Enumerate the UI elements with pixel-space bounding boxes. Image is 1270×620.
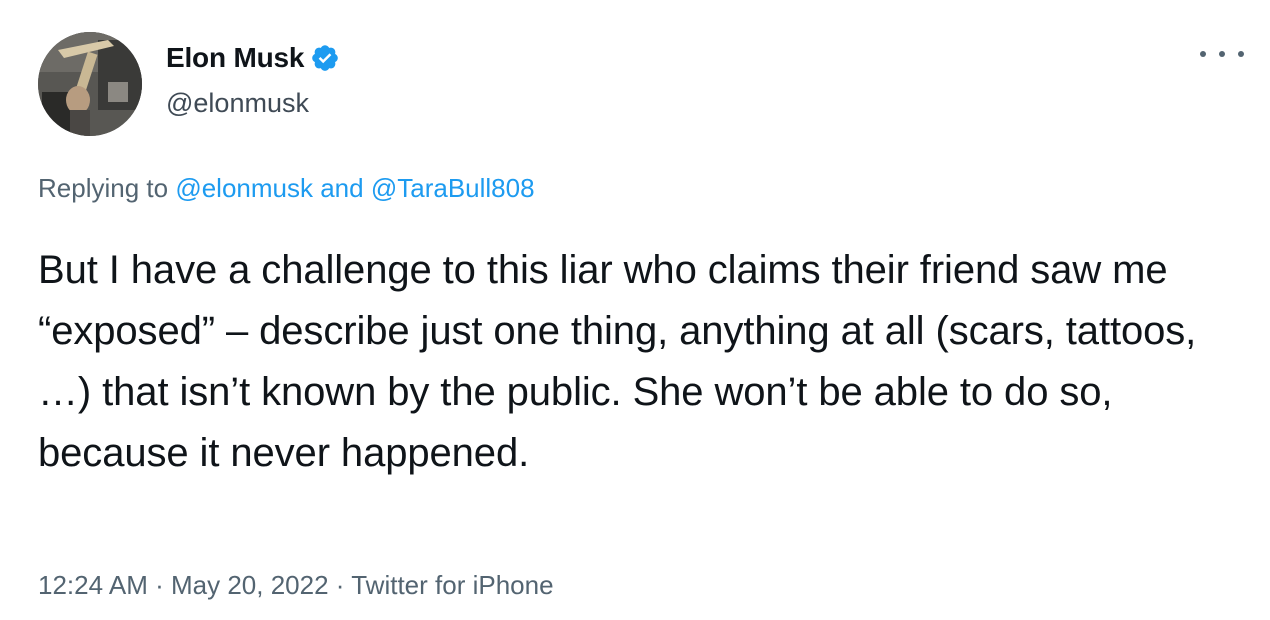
tweet-source[interactable]: Twitter for iPhone	[351, 570, 553, 600]
dot-icon	[1200, 51, 1206, 57]
mention-link[interactable]: @TaraBull808	[371, 173, 535, 203]
tweet-text: But I have a challenge to this liar who …	[38, 248, 1197, 475]
tweet-meta: 12:24 AM · May 20, 2022 · Twitter for iP…	[38, 570, 554, 601]
mention-link[interactable]: @elonmusk	[175, 173, 313, 203]
reply-context: Replying to @elonmusk and @TaraBull808	[38, 173, 535, 204]
more-options-button[interactable]	[1200, 40, 1244, 68]
meta-separator: ·	[335, 570, 345, 600]
tweet-time[interactable]: 12:24 AM	[38, 570, 148, 600]
dot-icon	[1219, 51, 1225, 57]
tweet-card: Elon Musk @elonmusk Replying to @elonmus…	[0, 0, 1270, 620]
meta-separator: ·	[155, 570, 164, 600]
avatar-photo	[38, 32, 142, 136]
tweet-date[interactable]: May 20, 2022	[171, 570, 329, 600]
display-name[interactable]: Elon Musk	[166, 42, 304, 74]
reply-joiner: and	[320, 173, 364, 203]
dot-icon	[1238, 51, 1244, 57]
user-handle[interactable]: @elonmusk	[166, 88, 340, 119]
reply-prefix: Replying to	[38, 173, 169, 203]
name-row: Elon Musk	[166, 40, 340, 76]
avatar[interactable]	[38, 32, 142, 136]
verified-badge-icon	[310, 43, 340, 73]
author-info: Elon Musk @elonmusk	[166, 40, 340, 119]
